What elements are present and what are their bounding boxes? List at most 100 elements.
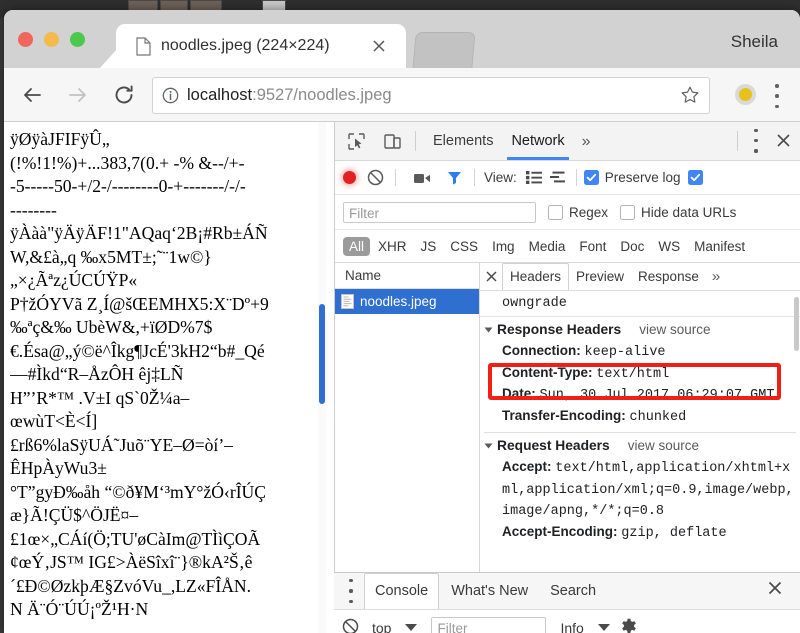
close-icon[interactable] xyxy=(770,128,796,154)
divider xyxy=(575,169,577,186)
header-row-content-type: Content-Type: text/html xyxy=(480,363,800,385)
chevron-down-icon xyxy=(597,624,610,631)
header-row: Accept-Encoding: gzip, deflate xyxy=(480,522,800,544)
hide-data-urls-checkbox[interactable] xyxy=(620,204,636,220)
regex-label[interactable]: Regex xyxy=(569,205,608,220)
toggle-device-toolbar-icon[interactable] xyxy=(377,126,407,156)
binary-line: P†žÓYVã Z¸Í@šŒEMHX5:X¨Dº+9 xyxy=(10,293,269,314)
console-filter-input[interactable]: Filter xyxy=(431,617,547,633)
request-headers-section-title[interactable]: Request Headers view source xyxy=(480,433,800,457)
waterfall-view-icon[interactable] xyxy=(547,165,569,191)
binary-line: ‰ªç&‰ UbèW&,+ïØD%7$ xyxy=(10,317,213,337)
info-circle-icon[interactable] xyxy=(162,87,179,104)
address-bar[interactable]: localhost:9527/noodles.jpeg xyxy=(152,77,710,114)
maximize-window-button[interactable] xyxy=(70,32,85,47)
more-tabs-icon[interactable]: » xyxy=(574,123,599,160)
header-row: Accept: text/html,application/xhtml+xml,… xyxy=(480,457,800,522)
console-context-selector[interactable]: top xyxy=(372,619,418,633)
name-column-header[interactable]: Name xyxy=(335,263,479,289)
table-row[interactable]: noodles.jpeg xyxy=(335,289,479,314)
document-file-icon xyxy=(341,294,354,309)
type-filter-img[interactable]: Img xyxy=(486,237,521,256)
header-key: Accept-Encoding: xyxy=(502,523,618,539)
divider xyxy=(415,131,416,151)
binary-line: (!%!1!%)+...383,7(0.+ -% &--/+- xyxy=(10,152,245,173)
browser-tab[interactable]: noodles.jpeg (224×224) xyxy=(116,24,406,68)
binary-line: £1œ×„CÁí(Ö;TU'øCàIm@TÌìÇOÃ xyxy=(10,528,261,549)
profile-avatar[interactable] xyxy=(735,84,756,105)
binary-line: °T”gyÐ‰åh “©ð¥M‘³mY°žÓ‹rÎÚÇ xyxy=(10,481,266,502)
level-value: Info xyxy=(560,619,584,633)
type-filter-xhr[interactable]: XHR xyxy=(372,237,413,256)
tab-search[interactable]: Search xyxy=(540,574,606,608)
chevron-down-icon[interactable] xyxy=(484,443,493,448)
back-arrow-icon[interactable] xyxy=(14,77,50,113)
chevron-down-icon[interactable] xyxy=(484,327,493,332)
tab-preview[interactable]: Preview xyxy=(569,264,631,289)
close-window-button[interactable] xyxy=(18,32,33,47)
capture-screenshots-icon[interactable] xyxy=(409,165,435,191)
header-row: Date: Sun, 30 Jul 2017 06:29:07 GMT xyxy=(480,384,800,406)
clear-icon[interactable] xyxy=(362,165,388,191)
tab-headers[interactable]: Headers xyxy=(502,263,570,290)
preserve-log-label[interactable]: Preserve log xyxy=(605,170,681,185)
gear-icon[interactable] xyxy=(620,618,640,633)
preserve-log-checkbox[interactable] xyxy=(583,170,599,185)
tab-whats-new[interactable]: What's New xyxy=(441,574,538,608)
network-toolbar: View: Preserve log xyxy=(335,161,800,195)
close-icon[interactable] xyxy=(480,264,502,290)
three-dot-menu-icon[interactable] xyxy=(746,126,766,156)
view-source-link[interactable]: view source xyxy=(639,322,710,337)
close-icon[interactable] xyxy=(766,579,790,603)
inspect-element-icon[interactable] xyxy=(341,126,371,156)
tab-response[interactable]: Response xyxy=(631,264,706,289)
header-key: Transfer-Encoding: xyxy=(502,407,626,423)
divider xyxy=(737,130,738,151)
browser-window: noodles.jpeg (224×224) Sheila localhost:… xyxy=(4,10,800,633)
filter-funnel-icon[interactable] xyxy=(441,165,467,191)
bookmark-star-icon[interactable] xyxy=(680,85,700,105)
network-filter-input[interactable]: Filter xyxy=(343,201,536,223)
three-dot-menu-icon[interactable] xyxy=(768,82,786,110)
context-value: top xyxy=(372,619,392,633)
type-filter-media[interactable]: Media xyxy=(523,237,572,256)
more-tabs-icon[interactable]: » xyxy=(706,268,726,285)
type-filter-css[interactable]: CSS xyxy=(444,237,484,256)
reload-icon[interactable] xyxy=(106,77,142,113)
console-level-selector[interactable]: Info xyxy=(560,619,610,633)
header-row: Connection: keep-alive xyxy=(480,341,800,363)
minimize-window-button[interactable] xyxy=(44,32,59,47)
type-filter-js[interactable]: JS xyxy=(415,237,443,256)
disable-cache-checkbox[interactable] xyxy=(687,170,703,185)
binary-line: H”’R*™ .V±I qS`0Ž¼a– xyxy=(10,387,190,408)
type-filter-doc[interactable]: Doc xyxy=(614,237,650,256)
profile-name[interactable]: Sheila xyxy=(731,32,778,52)
type-filter-font[interactable]: Font xyxy=(573,237,612,256)
tab-console[interactable]: Console xyxy=(364,573,440,609)
list-view-icon[interactable] xyxy=(523,165,545,191)
three-dot-menu-icon[interactable] xyxy=(340,576,362,606)
section-label: Request Headers xyxy=(497,438,610,453)
header-key: Content-Type: xyxy=(502,364,593,380)
binary-line: „×¿Ãªz¿ÚCÚŸP« xyxy=(10,270,138,290)
new-tab-button[interactable] xyxy=(412,32,476,69)
tab-elements[interactable]: Elements xyxy=(424,123,502,160)
drawer-tab-bar: Console What's New Search xyxy=(334,573,800,610)
view-source-link[interactable]: view source xyxy=(628,438,699,453)
page-scrollbar[interactable] xyxy=(318,122,326,633)
request-name: noodles.jpeg xyxy=(360,294,437,309)
close-icon[interactable] xyxy=(370,37,388,55)
header-value: keep-alive xyxy=(584,345,666,360)
binary-line: ÿÀàà"ÿÄÿÄF!1"AQaq‘2B¡#Rb±ÁÑ xyxy=(10,223,268,243)
regex-checkbox[interactable] xyxy=(548,204,563,220)
type-filter-ws[interactable]: WS xyxy=(652,237,686,256)
url-path: :9527/noodles.jpeg xyxy=(252,86,392,104)
header-value: gzip, deflate xyxy=(621,525,727,541)
type-filter-manifest[interactable]: Manifest xyxy=(688,237,751,256)
record-button[interactable] xyxy=(343,171,356,184)
hide-data-urls-label[interactable]: Hide data URLs xyxy=(641,205,736,220)
tab-network[interactable]: Network xyxy=(502,123,573,160)
type-filter-all[interactable]: All xyxy=(343,236,371,256)
response-headers-section-title[interactable]: Response Headers view source xyxy=(480,317,800,341)
clear-console-icon[interactable] xyxy=(342,618,362,633)
